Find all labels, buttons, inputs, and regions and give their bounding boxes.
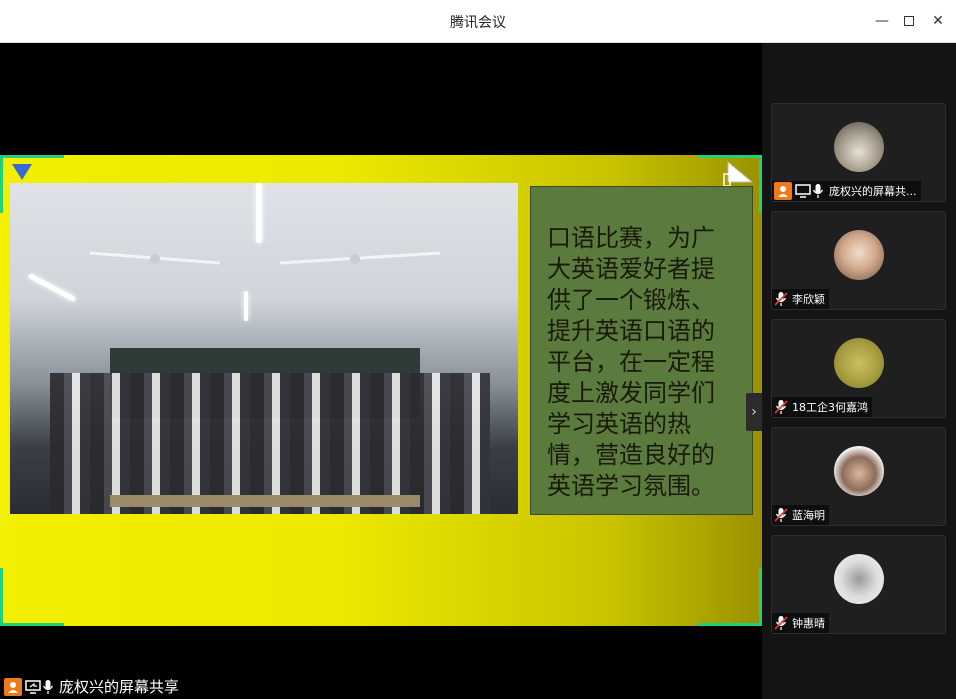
window-title: 腾讯会议: [450, 15, 506, 31]
corner-marker: [698, 155, 762, 158]
participant-name: 蓝海明: [792, 509, 825, 522]
participant-bar: 李欣颖: [772, 289, 829, 309]
participant-name: 庞权兴的屏幕共...: [829, 185, 917, 198]
title-bar: 腾讯会议 — ✕: [0, 0, 956, 43]
mic-icon: [811, 183, 825, 199]
class-photo: [10, 183, 518, 514]
triangle-decoration-icon: [12, 164, 32, 180]
avatar: [834, 122, 884, 172]
corner-marker: [0, 155, 64, 158]
avatar: [834, 554, 884, 604]
corner-marker: [0, 568, 3, 626]
participant-tile[interactable]: 蓝海明: [771, 427, 946, 526]
mic-icon: [41, 679, 55, 695]
screen-share-icon: [795, 184, 811, 198]
screen-share-icon: [25, 679, 41, 694]
page-fold-icon: [723, 160, 754, 187]
participant-tile[interactable]: 18工企3何嘉鸿: [771, 319, 946, 418]
minimize-button[interactable]: —: [871, 10, 893, 32]
shared-screen-stage: 口语比赛，为广大英语爱好者提供了一个锻炼、提升英语口语的平台，在一定程度上激发同…: [0, 43, 762, 699]
slide-text-box: 口语比赛，为广大英语爱好者提供了一个锻炼、提升英语口语的平台，在一定程度上激发同…: [530, 186, 753, 515]
mic-muted-icon: [774, 507, 788, 523]
desk: [110, 495, 420, 507]
ceiling-light: [27, 273, 77, 302]
participant-name: 18工企3何嘉鸿: [792, 401, 868, 414]
minimize-icon: —: [875, 13, 889, 29]
ceiling-fans: [89, 251, 441, 265]
ceiling-light: [244, 291, 248, 321]
avatar: [834, 446, 884, 496]
mic-muted-icon: [774, 291, 788, 307]
host-icon: [4, 677, 22, 696]
participant-tile[interactable]: 钟惠晴: [771, 535, 946, 634]
close-icon: ✕: [932, 13, 944, 29]
participant-bar: 庞权兴的屏幕共...: [772, 181, 921, 201]
share-status-bar: 庞权兴的屏幕共享: [0, 674, 180, 699]
expand-panel-button[interactable]: ›: [746, 393, 762, 431]
participants-panel: 庞权兴的屏幕共... 李欣颖 18工企3何嘉鸿 蓝海明 钟惠晴: [762, 43, 956, 699]
close-button[interactable]: ✕: [927, 10, 949, 32]
avatar: [834, 230, 884, 280]
participant-bar: 蓝海明: [772, 505, 829, 525]
slide-text: 口语比赛，为广大英语爱好者提供了一个锻炼、提升英语口语的平台，在一定程度上激发同…: [547, 224, 715, 500]
mic-muted-icon: [774, 399, 788, 415]
share-label: 庞权兴的屏幕共享: [59, 678, 180, 696]
chevron-right-icon: ›: [751, 404, 757, 420]
participant-tile[interactable]: 李欣颖: [771, 211, 946, 310]
maximize-button[interactable]: [898, 10, 920, 32]
students-group: [50, 373, 490, 514]
participant-tile[interactable]: 庞权兴的屏幕共...: [771, 103, 946, 202]
participant-bar: 钟惠晴: [772, 613, 829, 633]
corner-marker: [0, 155, 3, 213]
mic-muted-icon: [774, 615, 788, 631]
corner-marker: [698, 623, 762, 626]
participant-bar: 18工企3何嘉鸿: [772, 397, 872, 417]
avatar: [834, 338, 884, 388]
presentation-slide: 口语比赛，为广大英语爱好者提供了一个锻炼、提升英语口语的平台，在一定程度上激发同…: [0, 155, 762, 626]
maximize-icon: [904, 16, 914, 26]
host-icon: [774, 182, 792, 200]
corner-marker: [0, 623, 64, 626]
participant-name: 李欣颖: [792, 293, 825, 306]
participant-name: 钟惠晴: [792, 617, 825, 630]
